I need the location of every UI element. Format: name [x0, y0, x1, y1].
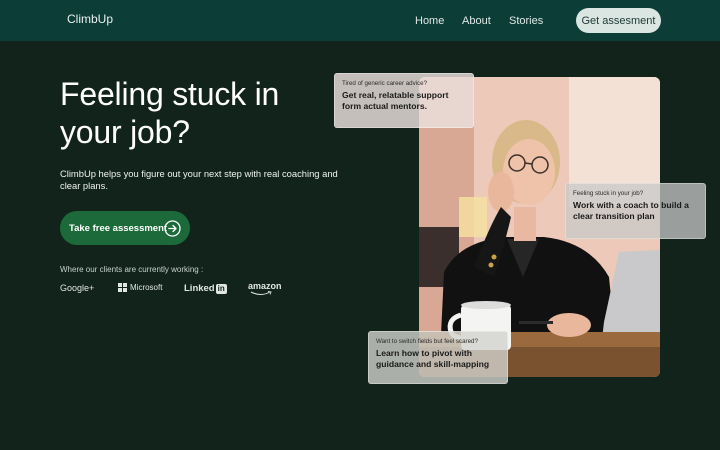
logo[interactable]: ClimbUp: [67, 12, 113, 26]
nav-link-about[interactable]: About: [462, 15, 491, 27]
card-question: Feeling stuck in your job?: [573, 190, 644, 197]
card-question: Tired of generic career advice?: [342, 80, 428, 87]
nav-link-stories[interactable]: Stories: [509, 15, 543, 27]
amazon-wordmark: amazon: [248, 281, 282, 291]
linkedin-in-badge: in: [215, 283, 227, 294]
linkedin-wordmark: Linked: [184, 283, 215, 294]
hero-headline: Feeling stuck in your job?: [60, 76, 280, 150]
google-plus-logo: Google+: [60, 283, 95, 293]
linkedin-logo: Linked in: [184, 283, 227, 294]
top-navbar: ClimbUp Home About Stories Get assesment: [0, 0, 720, 41]
amazon-logo: amazon: [248, 281, 282, 295]
card-answer: Get real, relatable support form actual …: [342, 90, 449, 111]
take-free-assessment-label: Take free assessment: [69, 222, 168, 234]
card-question: Want to switch fields but feel scared?: [376, 338, 478, 345]
microsoft-logo: Microsoft: [118, 283, 162, 292]
arrow-right-circle-icon: [164, 220, 181, 237]
microsoft-wordmark: Microsoft: [130, 283, 163, 292]
testimonial-card-pivot: Want to switch fields but feel scared? L…: [368, 331, 508, 384]
testimonial-card-mentors: Tired of generic career advice? Get real…: [334, 73, 474, 128]
amazon-smile-icon: [250, 291, 272, 295]
microsoft-grid-icon: [118, 283, 127, 292]
card-answer: Learn how to pivot with guidance and ski…: [376, 348, 490, 369]
card-answer: Work with a coach to build a clear trans…: [573, 200, 689, 221]
nav-link-home[interactable]: Home: [415, 15, 444, 27]
get-assessment-button[interactable]: Get assesment: [576, 8, 661, 33]
take-free-assessment-button[interactable]: Take free assessment: [60, 211, 190, 245]
clients-label: Where our clients are currently working …: [60, 265, 204, 274]
hero-subtext: ClimbUp helps you figure out your next s…: [60, 168, 338, 191]
testimonial-card-coach: Feeling stuck in your job? Work with a c…: [565, 183, 706, 239]
